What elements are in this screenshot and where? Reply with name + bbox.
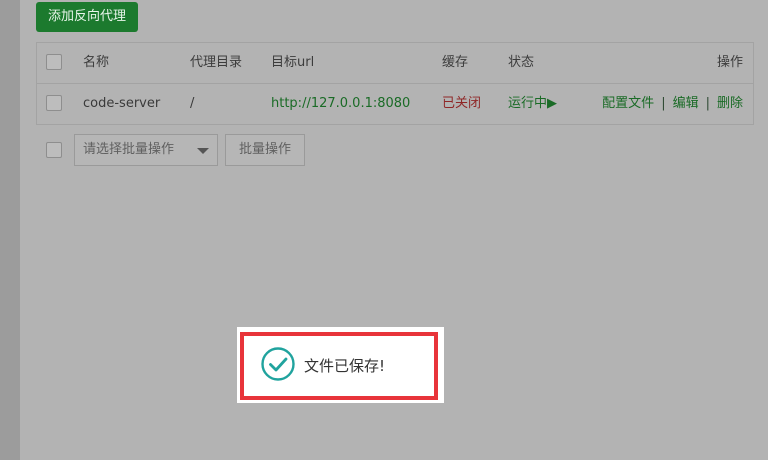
- header-cache: 缓存: [442, 55, 469, 70]
- row-checkbox[interactable]: [46, 95, 62, 111]
- table-row: code-server / http://127.0.0.1:8080 已关闭 …: [37, 84, 753, 124]
- left-sidebar-strip: [0, 0, 20, 460]
- toast-highlight-border: 文件已保存!: [240, 332, 438, 400]
- row-running-status[interactable]: 运行中▶: [508, 84, 557, 124]
- bulk-actions-bar: 请选择批量操作 批量操作: [36, 134, 356, 166]
- chevron-down-icon: [197, 148, 209, 154]
- bulk-action-button[interactable]: 批量操作: [225, 134, 305, 166]
- delete-link[interactable]: 删除: [717, 96, 743, 111]
- header-target-url: 目标url: [271, 55, 315, 70]
- action-separator: |: [661, 96, 666, 111]
- bulk-select-placeholder: 请选择批量操作: [83, 142, 175, 157]
- row-name: code-server: [83, 96, 161, 111]
- proxy-table: 名称 代理目录 目标url 缓存 状态 操作 code-server / htt…: [36, 42, 754, 125]
- row-cache-status[interactable]: 已关闭: [442, 84, 481, 124]
- toast-container: 文件已保存!: [237, 327, 444, 403]
- toast-message: 文件已保存!: [304, 357, 386, 375]
- add-reverse-proxy-button[interactable]: 添加反向代理: [36, 2, 139, 32]
- header-actions: 操作: [716, 55, 743, 70]
- row-proxy-dir: /: [190, 96, 195, 111]
- select-all-checkbox[interactable]: [46, 54, 62, 70]
- check-circle-icon: [261, 347, 295, 381]
- table-header-row: 名称 代理目录 目标url 缓存 状态 操作: [37, 43, 753, 84]
- row-actions: 配置文件 | 编辑 | 删除: [602, 84, 743, 124]
- edit-link[interactable]: 编辑: [673, 96, 699, 111]
- row-target-url-link[interactable]: http://127.0.0.1:8080: [271, 84, 410, 124]
- header-proxy-dir: 代理目录: [190, 55, 243, 70]
- bulk-select-checkbox[interactable]: [46, 142, 62, 158]
- config-file-link[interactable]: 配置文件: [602, 96, 654, 111]
- action-separator: |: [705, 96, 710, 111]
- bulk-action-select[interactable]: 请选择批量操作: [74, 134, 218, 166]
- header-status: 状态: [508, 55, 535, 70]
- header-name: 名称: [83, 55, 110, 70]
